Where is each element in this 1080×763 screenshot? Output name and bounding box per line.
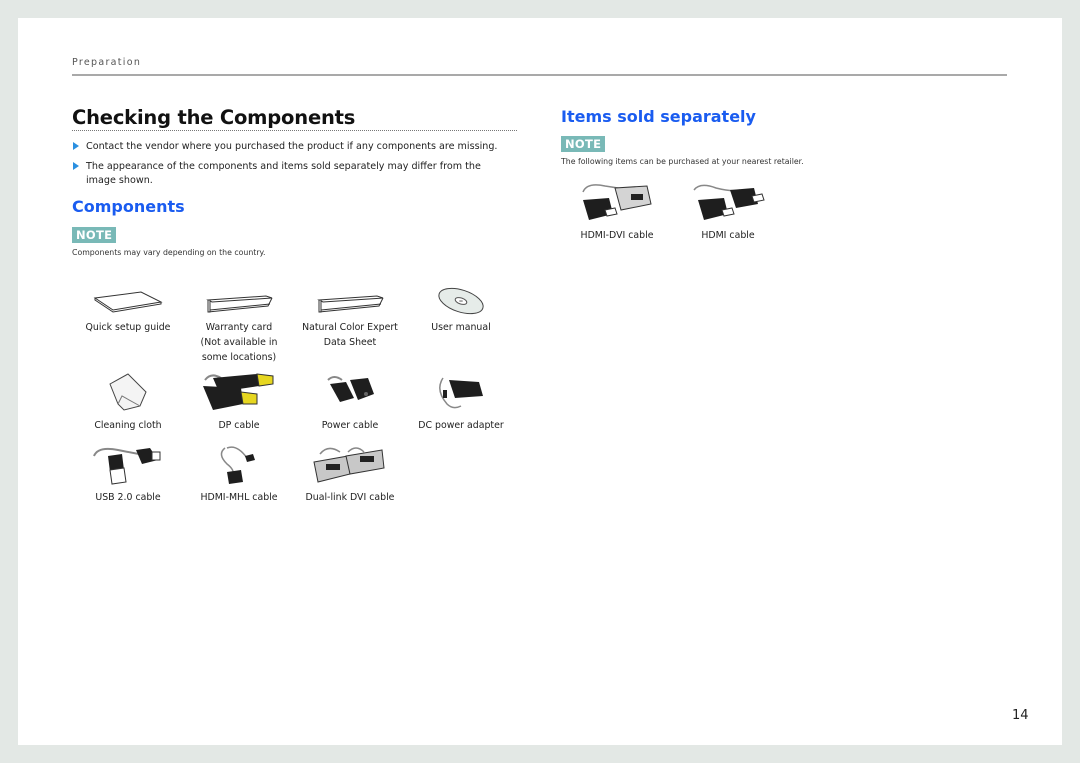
hdmi-cable-icon: [693, 184, 765, 220]
card-icon: [206, 295, 273, 313]
power-cable-icon: [327, 376, 374, 402]
component-label: USB 2.0 cable: [95, 492, 161, 503]
components-heading: Components: [72, 197, 185, 216]
booklet-icon: [93, 291, 163, 313]
usb-cable-icon: [93, 447, 161, 485]
bullet-text: Contact the vendor where you purchased t…: [86, 141, 498, 152]
components-note-text: Components may vary depending on the cou…: [72, 248, 266, 257]
component-label: DC power adapter: [418, 420, 504, 431]
cd-icon: [438, 287, 484, 315]
component-item: DP cable: [184, 370, 294, 433]
document-page: Preparation Checking the Components Cont…: [18, 18, 1062, 745]
component-item: USB 2.0 cable: [73, 442, 183, 505]
power-adapter-icon: [439, 377, 483, 409]
component-item: User manual: [406, 272, 516, 335]
bullet-list: Contact the vendor where you purchased t…: [72, 140, 512, 194]
component-label: Cleaning cloth: [94, 420, 162, 431]
component-item: Warranty card (Not available in some loc…: [184, 272, 294, 365]
component-item: Quick setup guide: [73, 272, 183, 335]
data-sheet-icon: [317, 295, 384, 313]
component-label: Warranty card (Not available in some loc…: [200, 322, 278, 363]
bullet-arrow-icon: [73, 142, 79, 150]
component-label: Natural Color Expert Data Sheet: [302, 322, 398, 348]
cloth-icon: [109, 373, 147, 411]
accessory-label: HDMI cable: [701, 230, 755, 241]
bullet-item: The appearance of the components and ite…: [72, 160, 512, 188]
component-item: DC power adapter: [406, 370, 516, 433]
component-item: Natural Color Expert Data Sheet: [295, 272, 405, 350]
component-item: Power cable: [295, 370, 405, 433]
accessory-item: HDMI cable: [673, 180, 783, 243]
note-badge: NOTE: [72, 227, 117, 243]
dvi-cable-icon: [313, 447, 385, 483]
sold-separately-heading: Items sold separately: [561, 107, 756, 126]
component-label: DP cable: [218, 420, 260, 431]
component-item: HDMI-MHL cable: [184, 442, 294, 505]
component-item: Cleaning cloth: [73, 370, 183, 433]
header-divider: [72, 74, 1007, 76]
bullet-text: The appearance of the components and ite…: [86, 161, 481, 186]
page-title: Checking the Components: [72, 106, 356, 129]
component-item: Dual-link DVI cable: [295, 442, 405, 505]
accessory-label: HDMI-DVI cable: [580, 230, 654, 241]
component-label: HDMI-MHL cable: [200, 492, 278, 503]
note-badge: NOTE: [561, 136, 606, 152]
bullet-item: Contact the vendor where you purchased t…: [72, 140, 512, 154]
hdmi-dvi-cable-icon: [582, 184, 652, 220]
bullet-arrow-icon: [73, 162, 79, 170]
dp-cable-icon: [203, 373, 274, 410]
component-label: Quick setup guide: [85, 322, 171, 333]
component-label: Power cable: [321, 420, 379, 431]
accessory-item: HDMI-DVI cable: [562, 180, 672, 243]
component-label: User manual: [431, 322, 491, 333]
section-header: Preparation: [72, 57, 142, 68]
page-number: 14: [1012, 708, 1029, 723]
hdmi-mhl-cable-icon: [220, 446, 255, 484]
sold-separately-note-text: The following items can be purchased at …: [561, 157, 804, 166]
component-label: Dual-link DVI cable: [305, 492, 395, 503]
title-underline: [72, 130, 517, 131]
